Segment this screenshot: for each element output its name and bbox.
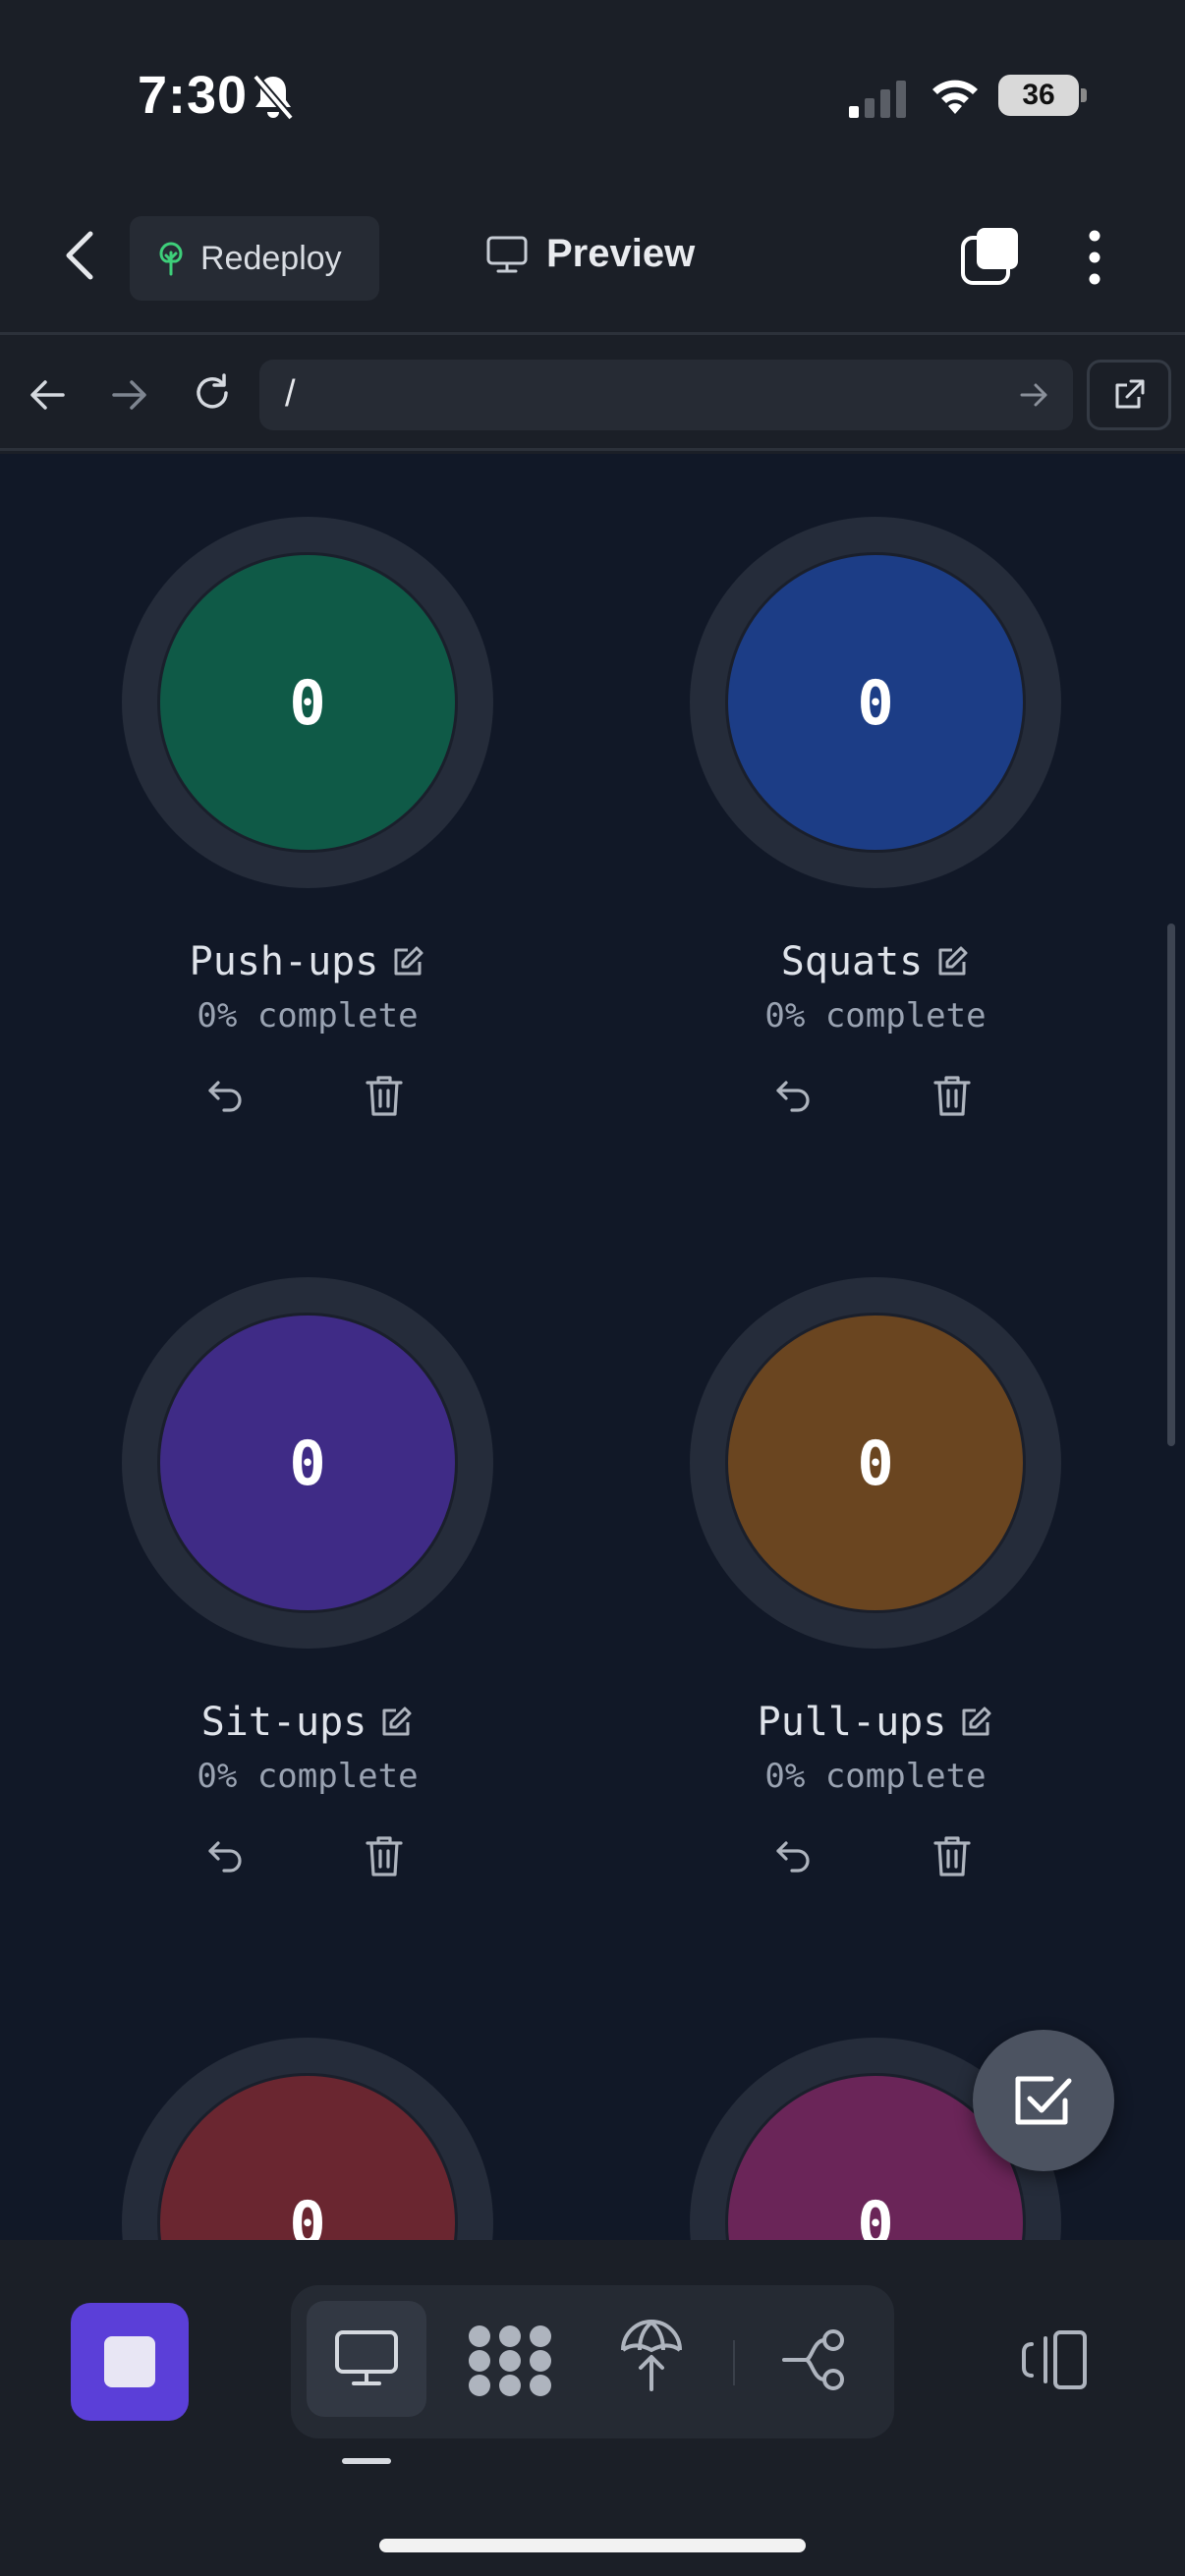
cellular-signal-icon	[847, 79, 908, 118]
counter-value: 0	[289, 1427, 326, 1499]
home-indicator[interactable]	[379, 2539, 806, 2552]
page-title: Preview	[485, 232, 695, 276]
redeploy-tree-icon	[155, 241, 187, 276]
deploy-icon[interactable]	[617, 2319, 686, 2393]
checkbox-fab-button[interactable]	[973, 2030, 1114, 2171]
counter-ring: 0	[690, 517, 1061, 888]
counter-value: 0	[289, 2187, 326, 2241]
external-link-icon	[1111, 377, 1147, 413]
active-tab-indicator	[342, 2458, 391, 2464]
edit-icon[interactable]	[378, 1705, 414, 1740]
counter-card: 0 Squats 0% complete	[690, 517, 1061, 1146]
nav-forward-arrow-icon[interactable]	[108, 373, 151, 417]
counter-tap-button[interactable]: 0	[157, 2073, 458, 2240]
counter-value: 0	[857, 2187, 894, 2241]
back-chevron-icon[interactable]	[61, 230, 100, 281]
battery-nub	[1081, 88, 1087, 102]
redeploy-label: Redeploy	[200, 239, 342, 277]
tabs-icon[interactable]	[959, 226, 1022, 287]
tool-preview-button[interactable]	[307, 2301, 426, 2417]
reload-icon[interactable]	[189, 369, 236, 417]
workflow-icon[interactable]	[780, 2328, 849, 2391]
url-go-arrow-icon[interactable]	[1018, 379, 1051, 411]
counter-card: 0	[122, 2038, 493, 2240]
counter-progress: 0% complete	[764, 1757, 987, 1796]
counter-name: Pull-ups	[757, 1700, 947, 1745]
edit-icon[interactable]	[390, 944, 425, 980]
devices-icon[interactable]	[1018, 2328, 1089, 2391]
status-time: 7:30	[138, 66, 249, 125]
counter-tap-button[interactable]: 0	[725, 1313, 1026, 1613]
bell-muted-icon	[252, 73, 295, 122]
counter-ring: 0	[122, 2038, 493, 2240]
counter-tap-button[interactable]: 0	[725, 552, 1026, 853]
counter-value: 0	[857, 1427, 894, 1499]
wifi-icon	[928, 75, 983, 118]
counter-name: Push-ups	[189, 939, 379, 984]
trash-icon[interactable]	[364, 1073, 405, 1118]
counter-card: 0 Sit-ups 0% complete	[122, 1277, 493, 1906]
scrollbar-thumb[interactable]	[1167, 924, 1175, 1446]
counter-value: 0	[857, 666, 894, 739]
counter-card: 0 Pull-ups 0% complete	[690, 1277, 1061, 1906]
preview-content: 0 Push-ups 0% complete 0 Squats 0% complete 0 S…	[0, 454, 1185, 2240]
undo-icon[interactable]	[774, 1075, 814, 1114]
page-title-text: Preview	[546, 232, 696, 275]
redeploy-button[interactable]: Redeploy	[130, 216, 379, 301]
counter-ring: 0	[122, 1277, 493, 1649]
counter-name: Squats	[780, 939, 924, 984]
counter-card: 0 Push-ups 0% complete	[122, 517, 493, 1146]
trash-icon[interactable]	[364, 1833, 405, 1878]
monitor-icon	[485, 235, 529, 274]
tool-divider	[733, 2340, 735, 2385]
counter-ring: 0	[690, 1277, 1061, 1649]
blocks-icon[interactable]	[466, 2323, 554, 2399]
undo-icon[interactable]	[774, 1835, 814, 1875]
url-text: /	[285, 373, 296, 415]
trash-icon[interactable]	[931, 1073, 973, 1118]
stop-button[interactable]	[71, 2303, 189, 2421]
monitor-icon	[334, 2329, 399, 2388]
stop-square-icon	[104, 2336, 155, 2387]
battery-indicator: 36	[998, 75, 1079, 116]
nav-back-arrow-icon[interactable]	[26, 373, 69, 417]
counter-name-row: Squats	[690, 939, 1061, 984]
open-external-button[interactable]	[1087, 360, 1171, 430]
counter-name-row: Pull-ups	[690, 1700, 1061, 1745]
undo-icon[interactable]	[206, 1075, 246, 1114]
more-options-icon[interactable]	[1081, 228, 1108, 287]
counter-progress: 0% complete	[764, 996, 987, 1036]
edit-icon[interactable]	[958, 1705, 993, 1740]
counter-name-row: Push-ups	[122, 939, 493, 984]
counter-name-row: Sit-ups	[122, 1700, 493, 1745]
trash-icon[interactable]	[931, 1833, 973, 1878]
url-input[interactable]	[259, 360, 1073, 430]
edit-icon[interactable]	[934, 944, 970, 980]
counter-progress: 0% complete	[197, 996, 419, 1036]
counter-value: 0	[289, 666, 326, 739]
counter-tap-button[interactable]: 0	[157, 552, 458, 853]
checkbox-icon	[1010, 2067, 1077, 2134]
counter-progress: 0% complete	[197, 1757, 419, 1796]
counter-ring: 0	[122, 517, 493, 888]
counter-name: Sit-ups	[200, 1700, 367, 1745]
undo-icon[interactable]	[206, 1835, 246, 1875]
counter-tap-button[interactable]: 0	[157, 1313, 458, 1613]
